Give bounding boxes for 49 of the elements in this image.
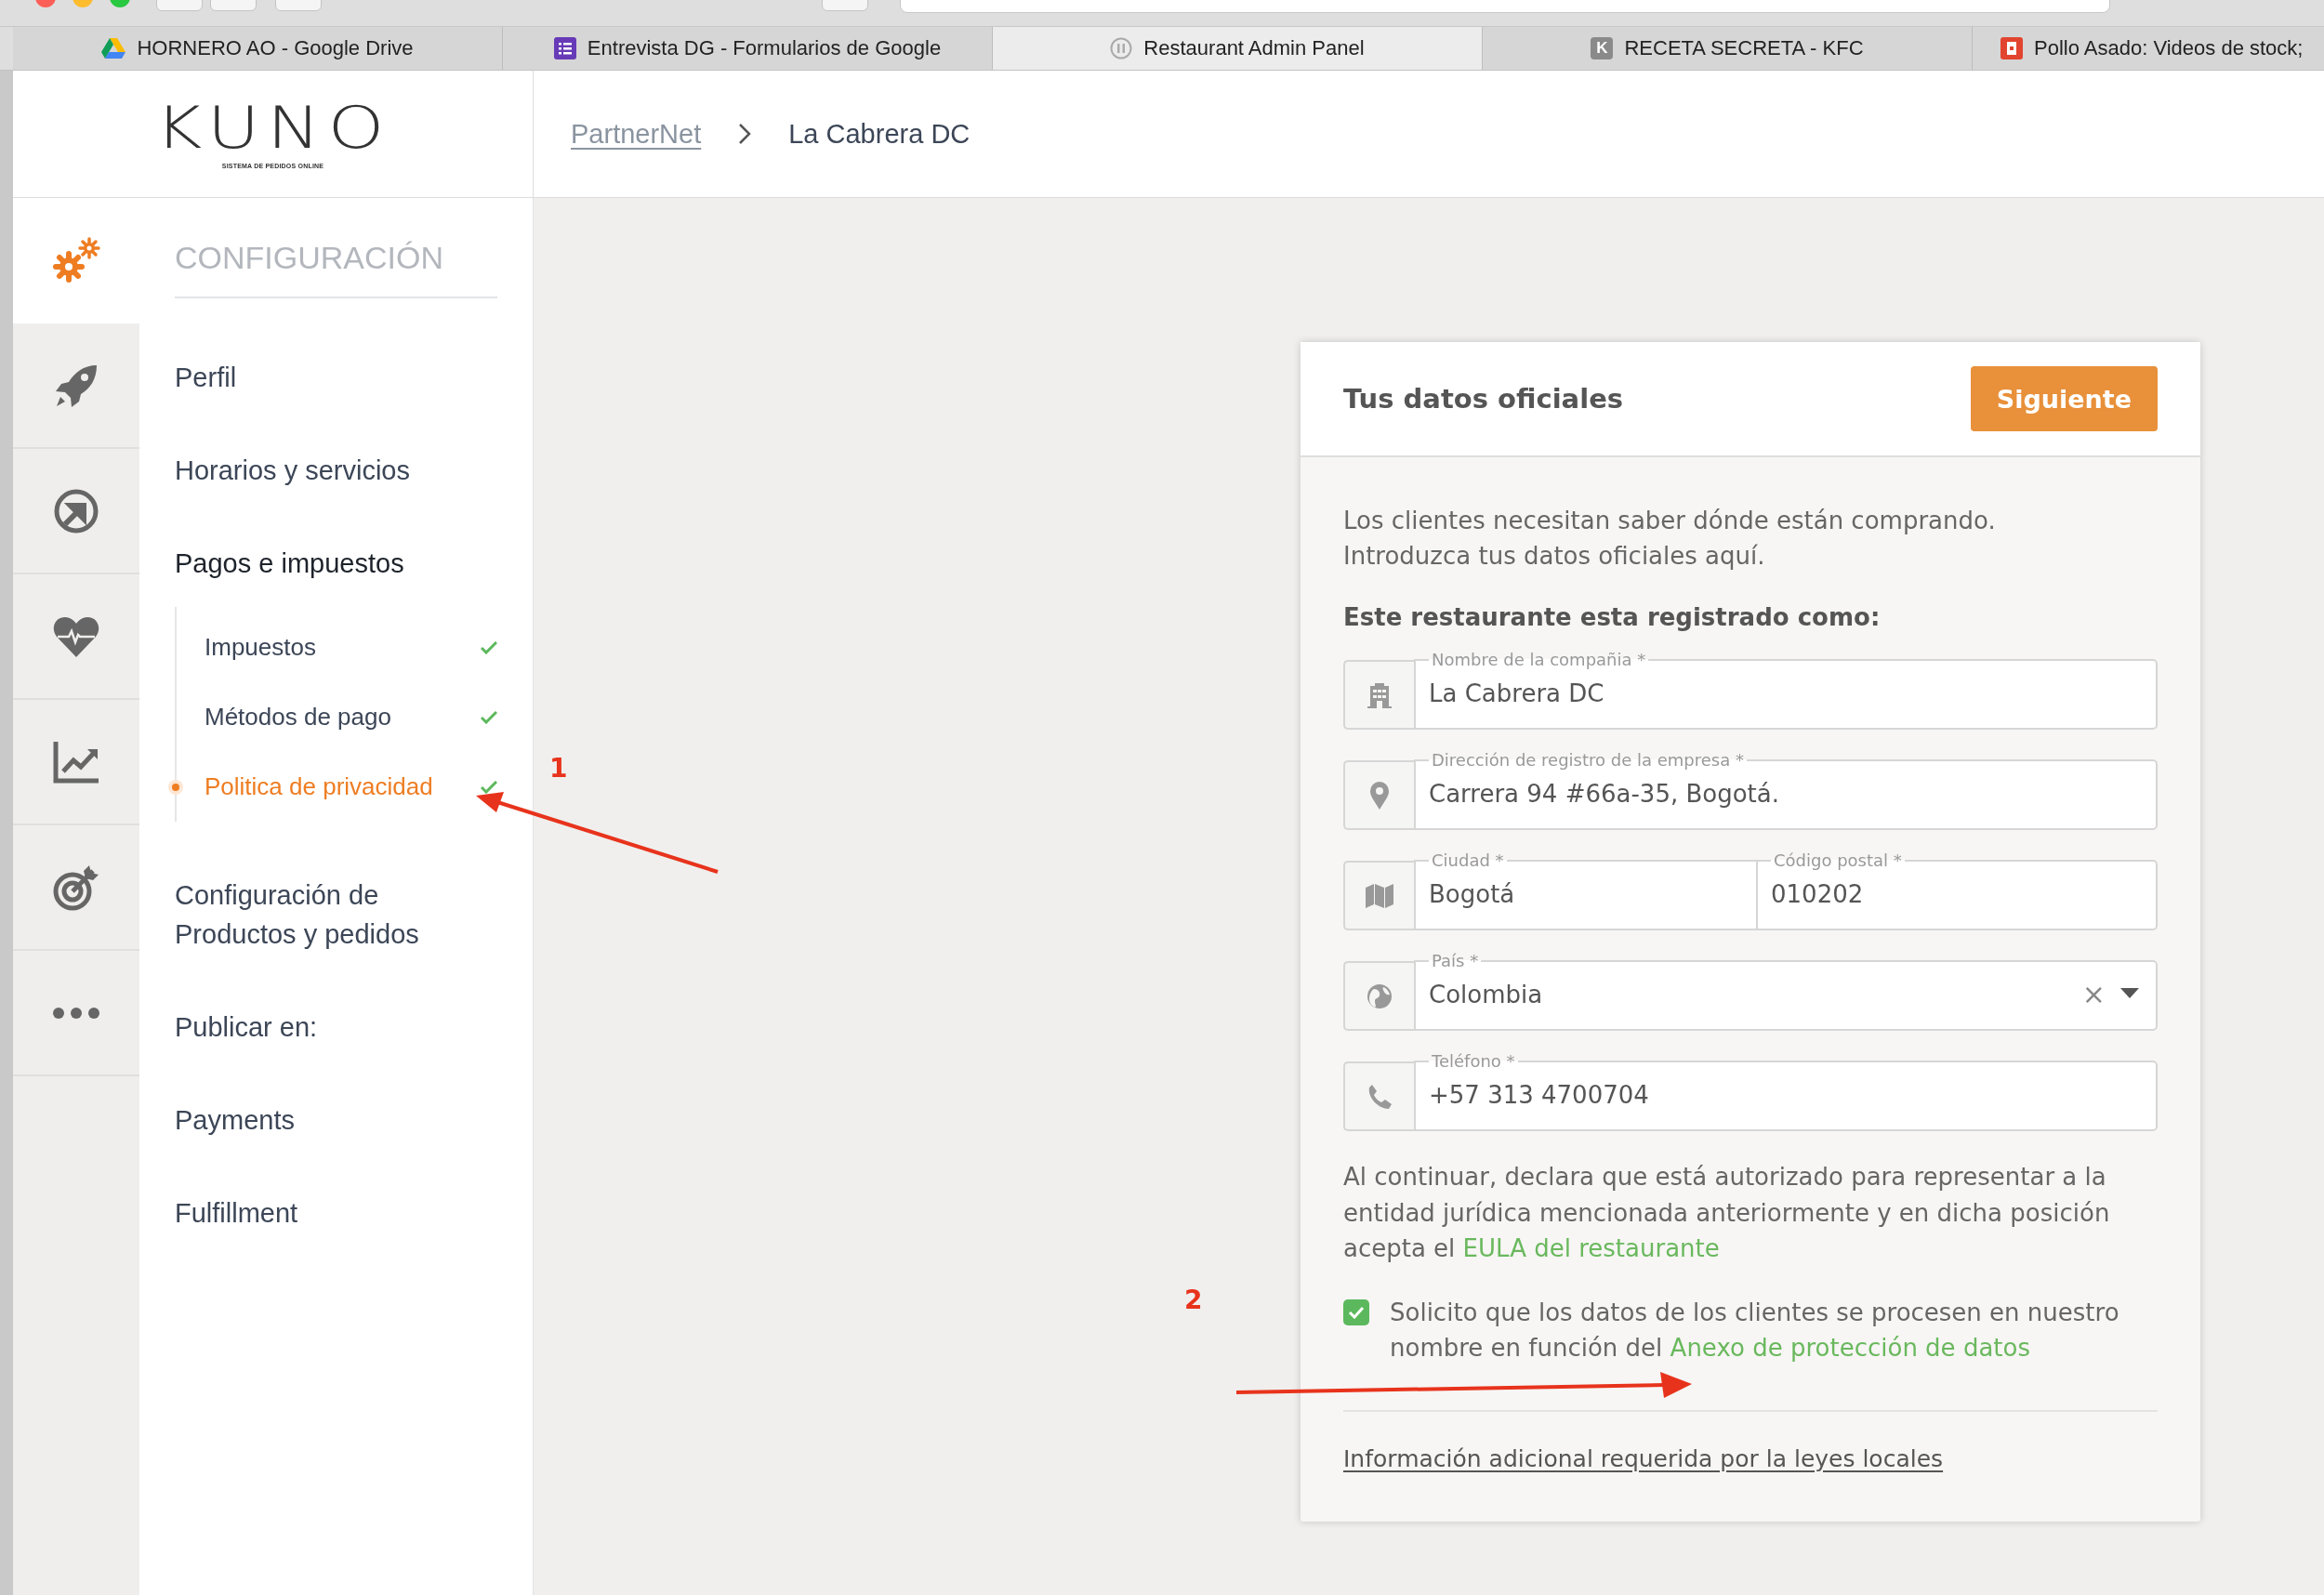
nav-item[interactable]: Configuración de Productos y pedidos <box>175 876 497 954</box>
nav-item[interactable]: Pagos e impuestos <box>175 544 497 583</box>
phone-icon <box>1367 1083 1393 1110</box>
form-list-icon <box>553 37 576 59</box>
browser-tab[interactable]: Restaurant Admin Panel <box>993 27 1483 70</box>
location-pin-icon <box>1369 781 1390 810</box>
nav-item[interactable]: Perfil <box>175 358 497 397</box>
nav-item[interactable]: Payments <box>175 1101 497 1140</box>
browser-tab[interactable]: Entrevista DG - Formularios de Google <box>503 27 993 70</box>
nav-item[interactable]: Fulfillment <box>175 1193 497 1232</box>
text-field[interactable]: Nombre de la compañia * La Cabrera DC <box>1414 650 2158 730</box>
browser-tab[interactable]: Pollo Asado: Videos de stock; <box>1973 27 2324 70</box>
nav-item[interactable]: Horarios y servicios <box>175 451 497 490</box>
pause-icon <box>1110 37 1133 59</box>
annotation-number: 1 <box>549 753 568 784</box>
nav-item[interactable]: Publicar en: <box>175 1008 497 1047</box>
section-label: Este restaurante esta registrado como: <box>1343 603 1882 631</box>
section-title: CONFIGURACIÓN <box>175 240 497 298</box>
text-field[interactable]: Teléfono * +57 313 4700704 <box>1414 1051 2158 1131</box>
breadcrumb-current: La Cabrera DC <box>788 118 971 150</box>
text-field[interactable]: Ciudad * Bogotá <box>1414 850 1758 930</box>
text-field[interactable]: Código postal * 010202 <box>1758 850 2158 930</box>
map-icon <box>1366 883 1393 908</box>
logo-wordmark: KUNO <box>154 99 391 157</box>
local-laws-link[interactable]: Información adicional requerida por la leyes locales <box>1343 1444 1944 1472</box>
consent-text: Solicito que los datos de los clientes se procesen en nuestro nombre en función del Anexo de protección de datos <box>1390 1297 2120 1364</box>
site-icon <box>2000 37 2023 59</box>
rail-tab[interactable] <box>13 198 139 323</box>
consent-checkbox[interactable] <box>1343 1298 1369 1325</box>
line-chart-icon <box>52 739 100 784</box>
caret-down-icon <box>2120 987 2139 999</box>
intro-text: Introduzca tus datos oficiales aquí. <box>1343 541 1766 572</box>
checkmark-icon <box>1348 1305 1365 1319</box>
chevron-right-icon <box>738 123 752 145</box>
subnav-item[interactable]: Impuestos <box>205 633 316 662</box>
text-field[interactable]: Dirección de registro de la empresa * Carrera 94 #66a-35, Bogotá. <box>1414 750 2158 830</box>
more-icon <box>52 1006 100 1020</box>
intro-text: Los clientes necesitan saber dónde están comprando. <box>1343 506 1997 536</box>
subnav-item[interactable]: Métodos de pago <box>205 703 391 732</box>
select-field[interactable]: País * Colombia × <box>1414 951 2158 1031</box>
globe-icon <box>1367 982 1393 1009</box>
building-icon <box>1367 681 1392 708</box>
annotation-number: 2 <box>1184 1285 1203 1315</box>
card-title: Tus datos oficiales <box>1343 383 1624 415</box>
legal-text: Al continuar, declara que está autorizado para representar a la entidad jurídica mencionada anteriormente y en dicha posición acepta el EULA del restaurante <box>1343 1162 2111 1264</box>
drive-icon <box>101 38 126 59</box>
site-badge: K <box>1591 37 1614 59</box>
browser-tab[interactable]: HORNERO AO - Google Drive <box>13 27 503 70</box>
browser-tab[interactable]: K RECETA SECRETA - KFC <box>1483 27 1973 70</box>
